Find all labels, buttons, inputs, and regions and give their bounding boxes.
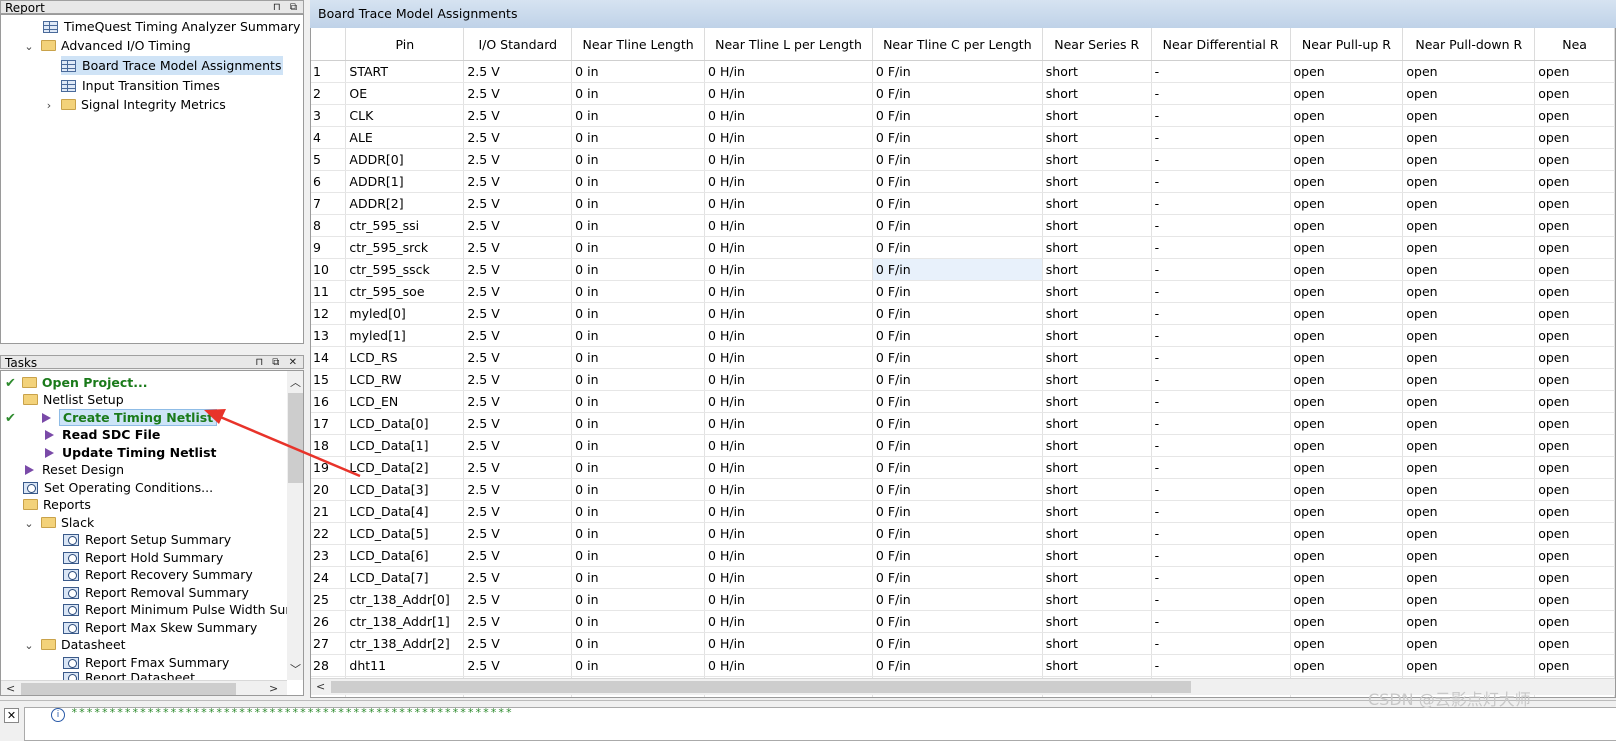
annotation-arrow (204, 409, 361, 478)
